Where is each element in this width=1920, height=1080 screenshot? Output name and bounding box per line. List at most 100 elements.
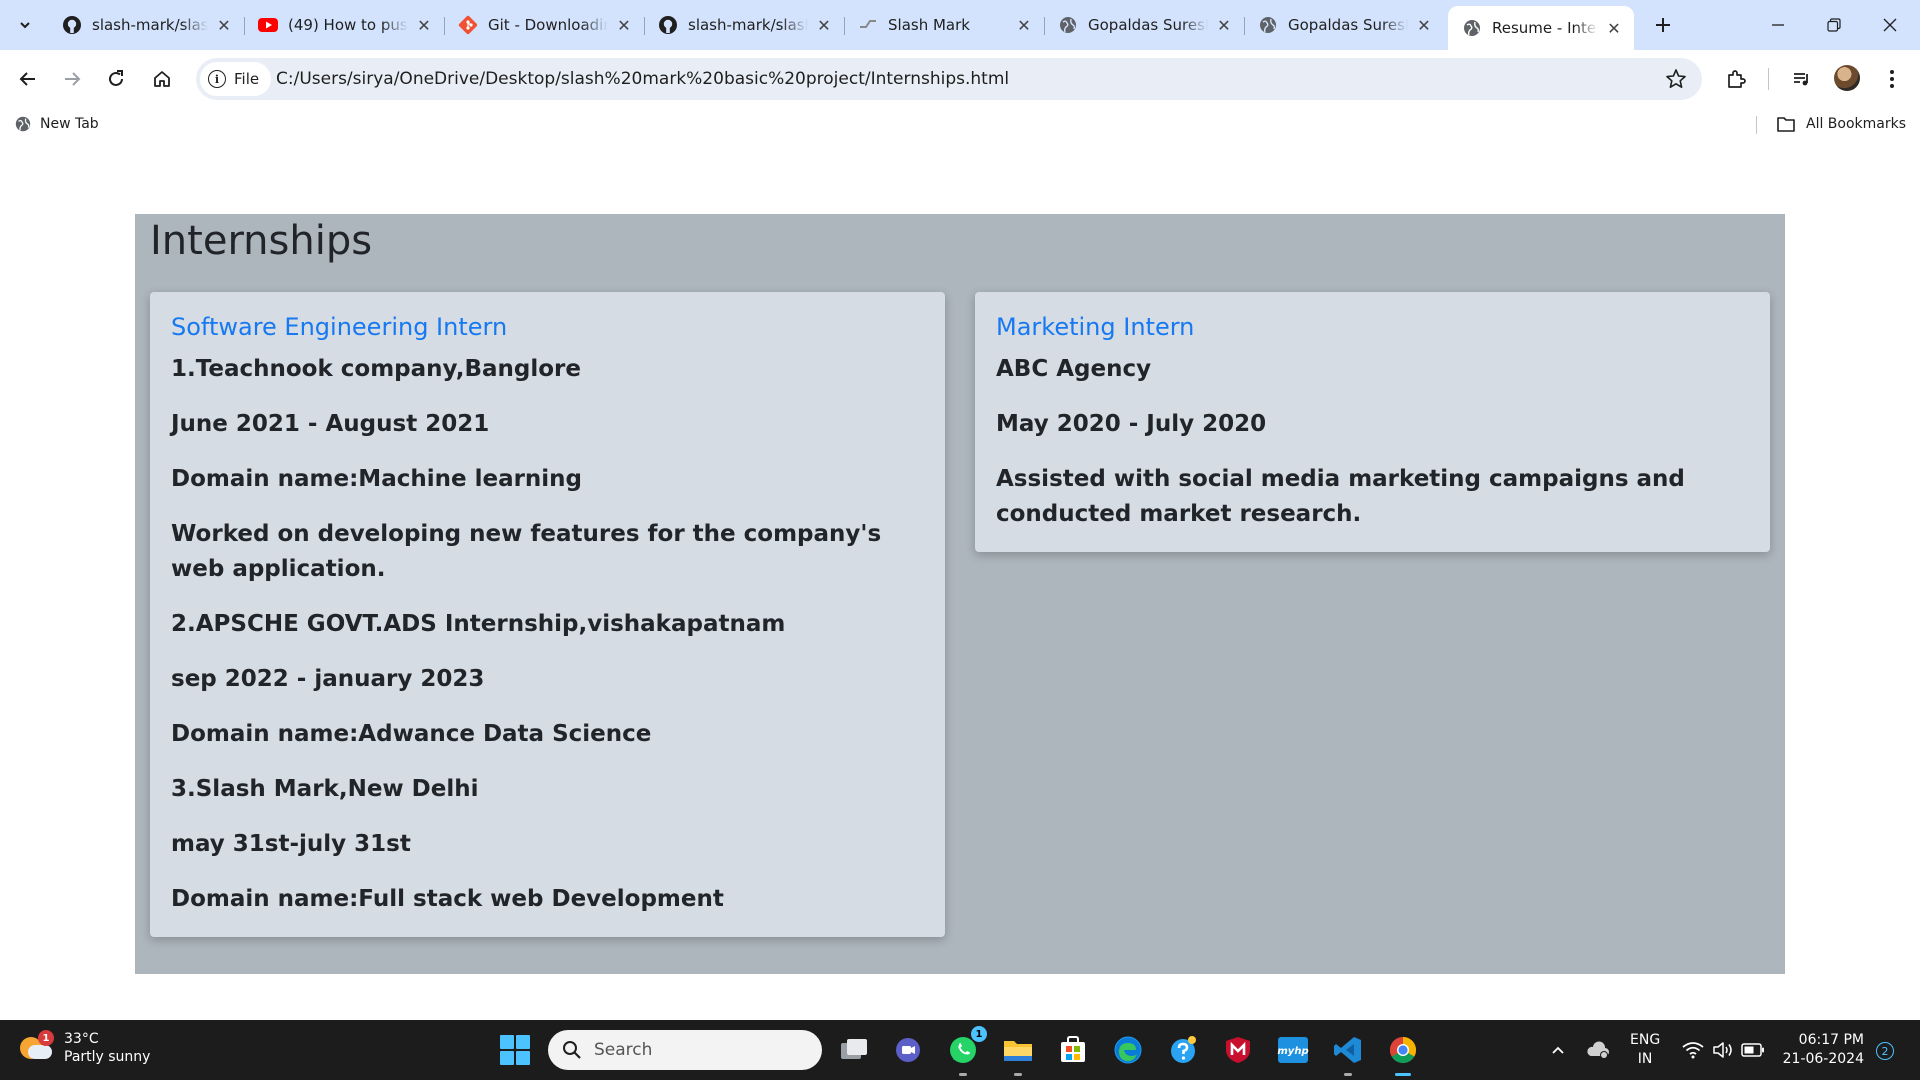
github-icon [62, 15, 82, 35]
restore-button[interactable] [1806, 0, 1862, 50]
site-info-chip[interactable]: i File [200, 62, 272, 96]
tab-title: Git - Downloading [488, 16, 608, 34]
reload-button[interactable] [98, 61, 134, 97]
all-bookmarks-button[interactable]: All Bookmarks [1776, 115, 1906, 133]
new-tab-button[interactable] [1648, 10, 1678, 40]
notification-center-button[interactable]: 2 [1876, 1042, 1894, 1060]
close-tab-icon[interactable]: ✕ [614, 15, 634, 35]
forward-button[interactable] [54, 61, 90, 97]
back-button[interactable] [10, 61, 46, 97]
close-tab-icon[interactable]: ✕ [1604, 18, 1624, 38]
start-button[interactable] [500, 1035, 530, 1065]
close-tab-icon[interactable]: ✕ [1414, 15, 1434, 35]
card-line: ABC Agency [996, 356, 1152, 382]
chrome-menu-button[interactable] [1874, 61, 1910, 97]
chrome-button[interactable] [1379, 1026, 1427, 1076]
card-line: May 2020 - July 2020 [996, 411, 1267, 437]
bookmark-star-button[interactable] [1664, 67, 1688, 91]
weather-widget[interactable]: 1 33°C Partly sunny [20, 1030, 150, 1066]
whatsapp-button[interactable]: 1 [945, 1026, 987, 1076]
mcafee-shield-icon [1226, 1037, 1250, 1063]
tab-1[interactable]: slash-mark/slash ✕ [48, 6, 245, 44]
mcafee-button[interactable] [1220, 1032, 1256, 1068]
info-icon: i [208, 70, 226, 88]
tab-6[interactable]: Gopaldas Suresh ✕ [1044, 6, 1245, 44]
address-bar[interactable]: i File C:/Users/sirya/OneDrive/Desktop/s… [196, 58, 1702, 100]
weather-badge: 1 [38, 1030, 54, 1046]
card-line: June 2021 - August 2021 [171, 411, 490, 437]
card-line: sep 2022 - january 2023 [171, 666, 485, 692]
tab-title: Gopaldas Suresh [1088, 16, 1208, 34]
show-hidden-icons-button[interactable] [1546, 1020, 1570, 1080]
chevron-down-icon [20, 22, 30, 29]
system-clock[interactable]: 06:17 PM 21-06-2024 [1780, 1031, 1864, 1069]
svg-text:myhp: myhp [1277, 1046, 1308, 1057]
plus-icon [1656, 18, 1670, 32]
arrow-right-icon [65, 72, 81, 86]
file-explorer-button[interactable] [1000, 1032, 1036, 1076]
slashmark-icon [858, 15, 878, 35]
wifi-tray[interactable] [1680, 1020, 1706, 1080]
task-view-button[interactable] [836, 1032, 872, 1068]
close-tab-icon[interactable]: ✕ [1014, 15, 1034, 35]
card-line: Domain name:Adwance Data Science [171, 721, 652, 747]
weather-temp: 33°C [64, 1031, 99, 1047]
volume-tray[interactable] [1710, 1020, 1736, 1080]
card-line: 3.Slash Mark,New Delhi [171, 776, 479, 802]
card-line: 1.Teachnook company,Banglore [171, 356, 582, 382]
github-icon [658, 15, 678, 35]
tab-active[interactable]: Resume - Interns ✕ [1448, 6, 1634, 50]
tab-title: Slash Mark [888, 16, 970, 34]
card-line: may 31st-july 31st [171, 831, 411, 857]
minimize-button[interactable] [1750, 0, 1806, 50]
input-language-indicator[interactable]: ENG IN [1630, 1031, 1660, 1069]
globe-icon [1462, 18, 1482, 38]
vscode-button[interactable] [1330, 1032, 1366, 1076]
tab-2[interactable]: (49) How to push ✕ [244, 6, 445, 44]
profile-avatar[interactable] [1834, 65, 1860, 91]
chevron-up-icon [1552, 1046, 1564, 1054]
edge-button[interactable] [1110, 1032, 1146, 1068]
search-icon [563, 1041, 581, 1059]
tab-3[interactable]: Git - Downloading ✕ [444, 6, 645, 44]
tab-title: Resume - Interns [1492, 19, 1598, 37]
chrome-icon [1389, 1036, 1417, 1064]
get-help-button[interactable] [1165, 1032, 1201, 1068]
speaker-icon [1713, 1042, 1732, 1058]
chat-icon [896, 1038, 920, 1062]
tab-5[interactable]: Slash Mark ✕ [844, 6, 1045, 44]
site-chip-label: File [234, 70, 260, 88]
tab-strip: slash-mark/slash ✕ (49) How to push ✕ Gi… [0, 0, 1920, 50]
help-icon [1171, 1036, 1196, 1063]
url-text[interactable]: C:/Users/sirya/OneDrive/Desktop/slash%20… [276, 69, 1009, 89]
edge-icon [1114, 1036, 1142, 1064]
bookmark-new-tab[interactable]: New Tab [14, 115, 99, 133]
vscode-icon [1334, 1037, 1361, 1063]
minimize-icon [1772, 24, 1784, 26]
battery-tray[interactable] [1740, 1020, 1766, 1080]
onedrive-tray[interactable] [1584, 1020, 1612, 1080]
battery-icon [1741, 1043, 1764, 1057]
close-tab-icon[interactable]: ✕ [814, 15, 834, 35]
page-viewport: Internships Software Engineering Intern … [0, 142, 1920, 1020]
tab-4[interactable]: slash-mark/slash ✕ [644, 6, 845, 44]
extensions-button[interactable] [1718, 61, 1754, 97]
close-window-button[interactable] [1862, 0, 1918, 50]
tab-7[interactable]: Gopaldas Suresh ✕ [1244, 6, 1444, 44]
card-line: 2.APSCHE GOVT.ADS Internship,vishakapatn… [171, 611, 786, 637]
store-icon [1061, 1036, 1085, 1062]
microsoft-store-button[interactable] [1055, 1032, 1091, 1068]
home-button[interactable] [144, 61, 180, 97]
media-controls-button[interactable] [1784, 61, 1820, 97]
close-tab-icon[interactable]: ✕ [214, 15, 234, 35]
close-tab-icon[interactable]: ✕ [414, 15, 434, 35]
whatsapp-badge: 1 [971, 1026, 987, 1042]
taskbar-search[interactable]: Search [548, 1030, 822, 1070]
teams-chat-button[interactable] [890, 1032, 926, 1068]
toolbar-divider [1768, 68, 1769, 90]
tab-search-button[interactable] [8, 9, 42, 41]
folder-icon [1004, 1041, 1032, 1061]
close-tab-icon[interactable]: ✕ [1214, 15, 1234, 35]
card-line: Assisted with social media marketing cam… [996, 466, 1685, 527]
myhp-button[interactable]: myhp [1275, 1032, 1311, 1068]
